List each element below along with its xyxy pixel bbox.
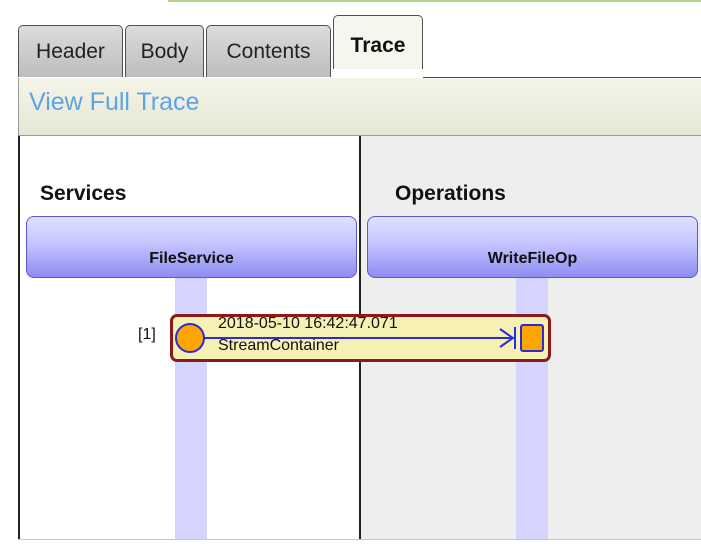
operation-lifeline-label: WriteFileOp (487, 250, 578, 267)
tab-body[interactable]: Body (125, 25, 204, 77)
message-payload: StreamContainer (218, 337, 339, 354)
tab-header[interactable]: Header (18, 25, 123, 77)
view-full-trace-link[interactable]: View Full Trace (29, 88, 199, 117)
message-box[interactable]: 2018-05-10 16:42:47.071 StreamContainer (170, 314, 551, 362)
message-index: [1] (138, 326, 156, 343)
services-title: Services (40, 182, 127, 205)
tab-bar: Header Body Contents Trace (0, 10, 701, 78)
tab-header-label: Header (36, 39, 105, 63)
tab-contents-label: Contents (226, 39, 311, 63)
tab-contents[interactable]: Contents (206, 25, 331, 77)
operation-lifeline-header[interactable]: WriteFileOp (367, 216, 698, 278)
service-lifeline-label: FileService (149, 250, 234, 267)
tab-trace[interactable]: Trace (333, 15, 423, 69)
end-square-icon (520, 324, 544, 352)
tab-body-label: Body (140, 39, 189, 63)
trace-diagram: Services Operations FileService WriteFil… (18, 136, 701, 539)
service-lifeline-header[interactable]: FileService (26, 216, 357, 278)
left-border (18, 136, 20, 539)
message-timestamp: 2018-05-10 16:42:47.071 (218, 315, 398, 332)
start-circle-icon (175, 323, 205, 353)
action-bar: View Full Trace (18, 78, 701, 136)
bottom-border (18, 539, 701, 540)
tab-trace-label: Trace (350, 33, 406, 57)
operations-title: Operations (395, 182, 506, 205)
